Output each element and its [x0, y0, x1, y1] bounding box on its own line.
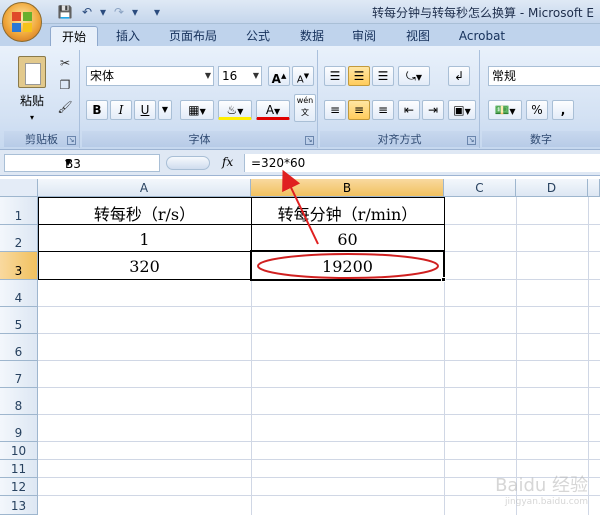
office-logo-icon	[12, 12, 32, 32]
red-arrow-annotation	[282, 169, 319, 245]
annotation-overlay	[257, 169, 439, 279]
red-ellipse-annotation	[257, 253, 439, 279]
office-button[interactable]	[2, 2, 42, 42]
